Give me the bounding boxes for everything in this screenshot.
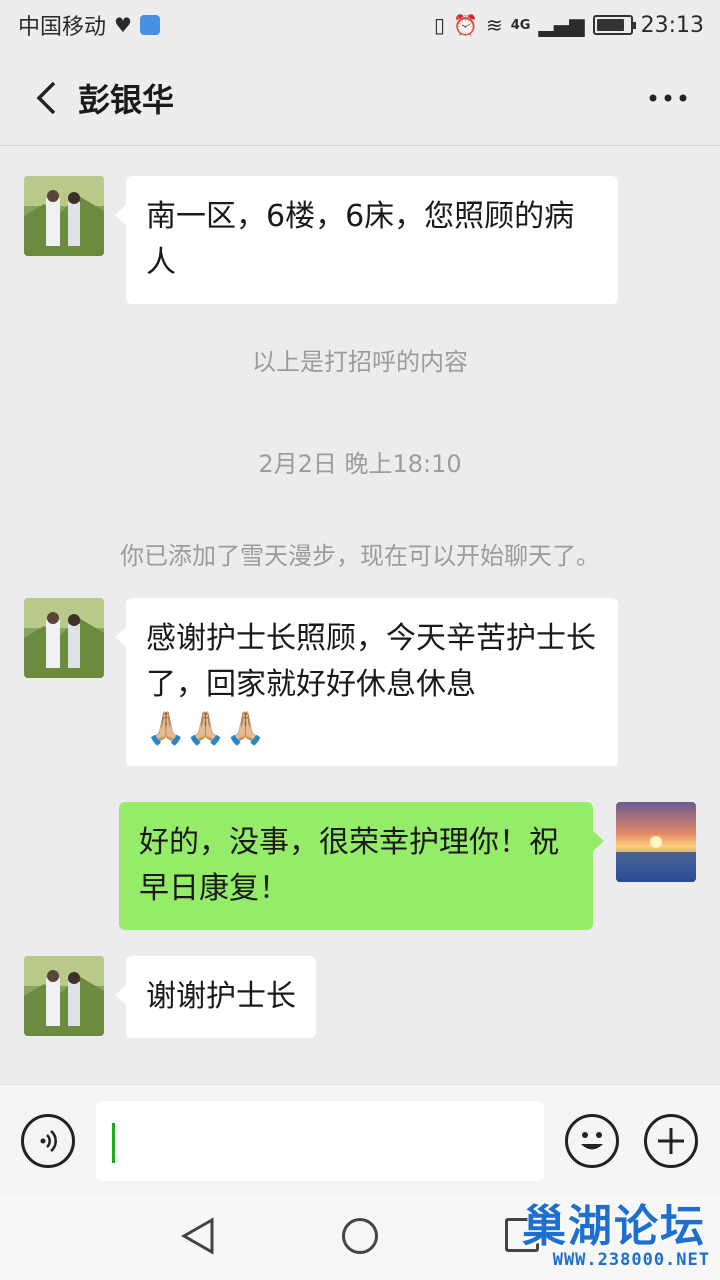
status-right: ▯ ⏰ ≋ 4G ▂▄▆ 23:13 — [434, 13, 704, 38]
health-heart-icon: ♥ — [114, 13, 132, 37]
forum-watermark: 巢湖论坛 WWW.238000.NET — [522, 1188, 720, 1280]
wifi-icon: ≋ — [485, 13, 503, 37]
emoji-icon[interactable] — [565, 1114, 619, 1168]
back-arrow-icon[interactable] — [18, 68, 78, 128]
folded-hands-emoji: 🙏🏼🙏🏼🙏🏼 — [146, 709, 266, 747]
nav-back-icon[interactable] — [180, 1216, 216, 1260]
status-bar: 中国移动 ♥ ▯ ⏰ ≋ 4G ▂▄▆ 23:13 — [0, 0, 720, 50]
input-bar — [0, 1084, 720, 1196]
signal-icon: ▂▄▆ — [538, 13, 585, 37]
my-avatar[interactable] — [616, 802, 696, 882]
message-text: 谢谢护士长 — [146, 979, 296, 1014]
shield-app-icon — [139, 15, 160, 35]
contact-avatar[interactable] — [24, 598, 104, 678]
message-text: 感谢护士长照顾，今天辛苦护士长了，回家就好好休息休息 — [146, 621, 596, 702]
voice-icon[interactable] — [21, 1114, 75, 1168]
carrier-name: 中国移动 — [18, 15, 107, 40]
more-icon[interactable] — [638, 68, 698, 128]
message-text: 好的，没事，很荣幸护理你！祝早日康复！ — [139, 825, 559, 906]
incoming-message[interactable]: 谢谢护士长 — [115, 956, 316, 1038]
nav-home-icon[interactable] — [342, 1218, 378, 1254]
contact-avatar[interactable] — [24, 956, 104, 1036]
message-input[interactable] — [96, 1101, 544, 1181]
plus-icon[interactable] — [644, 1114, 698, 1168]
system-note: 以上是打招呼的内容 — [252, 348, 468, 376]
message-text: 南一区，6楼，6床，您照顾的病人 — [146, 199, 575, 280]
incoming-message[interactable]: 感谢护士长照顾，今天辛苦护士长了，回家就好好休息休息 🙏🏼🙏🏼🙏🏼 — [115, 598, 618, 766]
alarm-icon: ⏰ — [453, 13, 478, 37]
chat-area[interactable]: 南一区，6楼，6床，您照顾的病人 以上是打招呼的内容 2月2日 晚上18:10 … — [0, 146, 720, 1084]
text-caret — [112, 1123, 115, 1163]
incoming-message[interactable]: 南一区，6楼，6床，您照顾的病人 — [115, 176, 618, 304]
network-type: 4G — [510, 17, 531, 33]
clock: 23:13 — [640, 12, 704, 38]
chat-title: 彭银华 — [78, 80, 175, 119]
watermark-url: WWW.238000.NET — [552, 1250, 710, 1270]
time-divider: 2月2日 晚上18:10 — [258, 450, 462, 478]
vibrate-icon: ▯ — [434, 13, 446, 37]
chat-header: 彭银华 — [0, 50, 720, 146]
watermark-title: 巢湖论坛 — [522, 1201, 706, 1252]
battery-icon — [592, 15, 636, 35]
outgoing-message[interactable]: 好的，没事，很荣幸护理你！祝早日康复！ — [119, 802, 604, 930]
friend-added-notice: 你已添加了雪天漫步，现在可以开始聊天了。 — [120, 542, 600, 570]
contact-avatar[interactable] — [24, 176, 104, 256]
battery-fill — [596, 19, 624, 31]
status-left: 中国移动 ♥ — [18, 9, 160, 41]
